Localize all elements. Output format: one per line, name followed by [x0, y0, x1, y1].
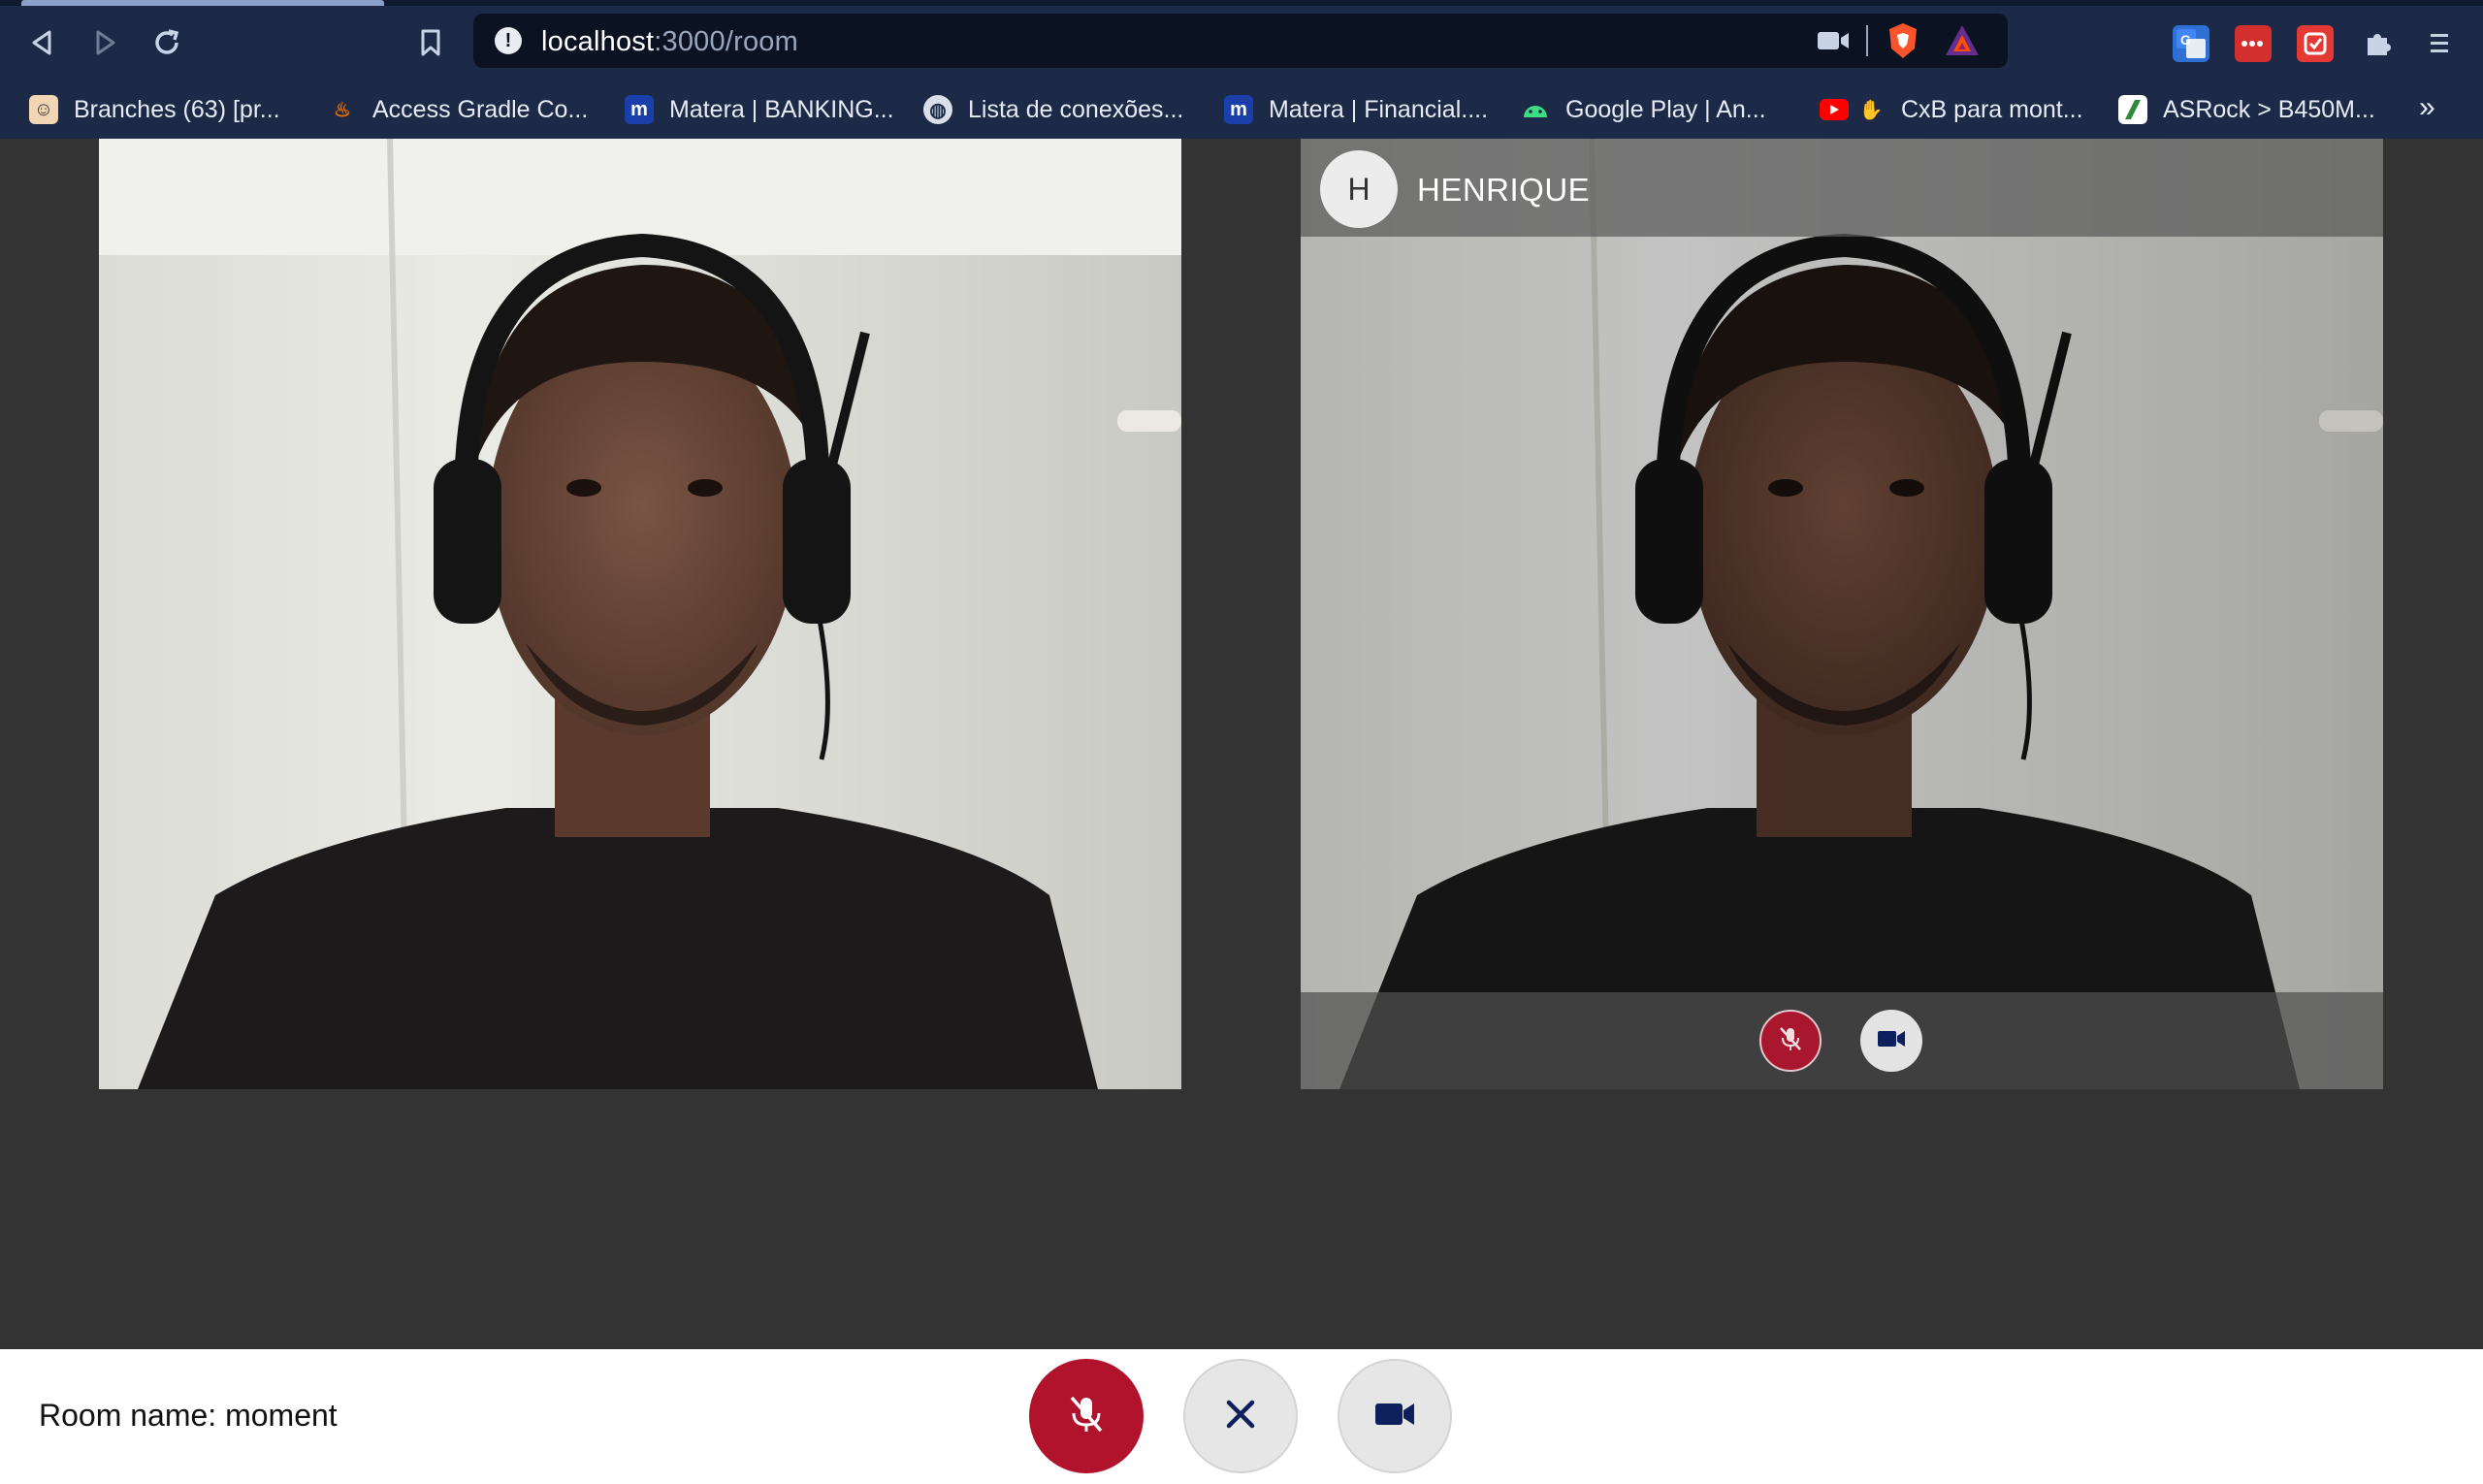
lastpass-extension-icon[interactable] — [2235, 25, 2272, 62]
bookmark-label: ASRock > B450M... — [2163, 95, 2375, 123]
android-icon — [1521, 95, 1550, 124]
puzzle-piece-icon[interactable] — [2359, 25, 2396, 62]
bookmark-item[interactable]: ASRock > B450M... — [2118, 89, 2375, 130]
participant-mic-muted-button[interactable] — [1759, 1010, 1822, 1072]
handshake-icon: ✋ — [1858, 99, 1884, 121]
bookmark-label: Matera | BANKING... — [669, 95, 894, 123]
bookmark-label: Access Gradle Co... — [372, 95, 589, 123]
camera-in-use-icon[interactable] — [1816, 29, 1851, 52]
browser-toolbar: ! localhost:3000/room G — [0, 6, 2483, 76]
toggle-camera-button[interactable] — [1338, 1359, 1452, 1473]
site-info-icon[interactable]: ! — [495, 27, 522, 54]
bookmark-icon[interactable] — [407, 19, 454, 66]
toggle-mic-button[interactable] — [1029, 1359, 1144, 1473]
leave-room-button[interactable] — [1183, 1359, 1298, 1473]
bookmark-item[interactable]: ◍ Lista de conexões... — [923, 89, 1183, 130]
bookmark-item[interactable]: Google Play | An... — [1521, 89, 1766, 130]
room-footer: Room name: moment — [0, 1349, 2483, 1484]
participant-controls — [1301, 992, 2383, 1089]
local-video-frame — [99, 139, 1181, 1089]
participant-header: H HENRIQUE — [1301, 139, 2383, 237]
forward-arrow-icon[interactable] — [81, 19, 128, 66]
remote-participant-video: H HENRIQUE — [1301, 139, 2383, 1089]
google-translate-extension-icon[interactable]: G — [2173, 25, 2209, 62]
bookmark-label: Matera | Financial.... — [1269, 95, 1489, 123]
participant-avatar: H — [1320, 150, 1398, 228]
browser-chrome: ! localhost:3000/room G ☺ Branches (63) … — [0, 0, 2483, 139]
bookmark-label: Branches (63) [pr... — [74, 95, 280, 123]
bookmark-item[interactable]: m Matera | Financial.... — [1224, 89, 1488, 130]
bookmark-item[interactable]: ♨ Access Gradle Co... — [328, 89, 588, 130]
mic-off-icon — [1064, 1392, 1109, 1441]
bookmarks-overflow-chevron-icon[interactable]: » — [2419, 91, 2435, 124]
svg-text:G: G — [2180, 32, 2191, 48]
url-text[interactable]: localhost:3000/room — [541, 26, 798, 58]
bookmark-item[interactable]: ✋ CxB para mont... — [1820, 89, 2083, 130]
address-bar-separator — [1866, 25, 1868, 56]
bookmarks-bar: ☺ Branches (63) [pr... ♨ Access Gradle C… — [0, 81, 2483, 138]
room-name-label: Room name: moment — [39, 1398, 338, 1433]
back-arrow-icon[interactable] — [19, 19, 66, 66]
reload-icon[interactable] — [144, 19, 190, 66]
hamburger-menu-icon[interactable] — [2421, 25, 2458, 62]
url-path: :3000/room — [654, 26, 798, 57]
java-icon: ♨ — [334, 99, 351, 121]
matera-icon: m — [625, 95, 654, 124]
video-camera-icon — [1877, 1028, 1906, 1054]
asrock-icon — [2118, 95, 2147, 124]
room-content: H HENRIQUE — [0, 139, 2483, 1349]
bookmark-label: Google Play | An... — [1565, 95, 1766, 123]
bookmark-label: Lista de conexões... — [968, 95, 1184, 123]
close-icon — [1223, 1397, 1258, 1436]
local-video — [99, 139, 1181, 1089]
brave-rewards-icon[interactable] — [1944, 23, 1981, 58]
bookmark-item[interactable]: ☺ Branches (63) [pr... — [29, 89, 280, 130]
todo-extension-icon[interactable] — [2297, 25, 2334, 62]
matera-icon: m — [1224, 95, 1253, 124]
video-dim-overlay — [1301, 139, 2383, 1089]
video-camera-icon — [1373, 1400, 1416, 1434]
bookmark-label: CxB para mont... — [1901, 95, 2083, 123]
globe-icon: ◍ — [923, 95, 952, 124]
youtube-icon — [1820, 99, 1849, 120]
jenkins-icon: ☺ — [29, 95, 58, 124]
participant-name: HENRIQUE — [1417, 172, 1591, 208]
url-host: localhost — [541, 26, 655, 57]
address-bar[interactable]: ! localhost:3000/room — [473, 14, 2008, 68]
mic-off-icon — [1776, 1024, 1805, 1058]
bookmark-item[interactable]: m Matera | BANKING... — [625, 89, 894, 130]
brave-shield-icon[interactable] — [1886, 21, 1920, 60]
participant-camera-button[interactable] — [1860, 1010, 1922, 1072]
